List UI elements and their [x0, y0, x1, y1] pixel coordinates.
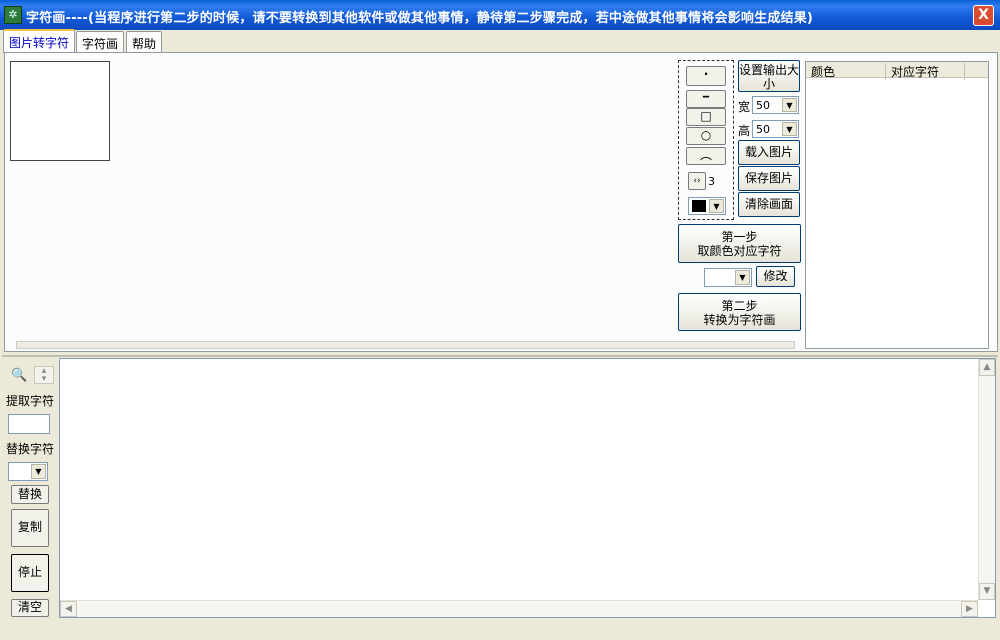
- image-canvas[interactable]: [10, 61, 110, 161]
- replace-char-label: 替换字符: [6, 442, 55, 456]
- tab-image-to-char[interactable]: 图片转字符: [3, 29, 76, 53]
- scroll-down-icon[interactable]: ▼: [979, 583, 995, 600]
- step2-line2: 转换为字符画: [703, 313, 776, 327]
- save-image-button[interactable]: 保存图片: [738, 166, 800, 191]
- chevron-down-icon: ▼: [782, 98, 797, 112]
- extract-char-input[interactable]: [8, 414, 50, 434]
- width-label: 宽: [738, 100, 751, 114]
- chevron-down-icon: ▼: [709, 199, 724, 213]
- height-select[interactable]: 50 ▼: [752, 120, 799, 138]
- color-swatch: [692, 200, 706, 212]
- zoom-icon[interactable]: 🔍: [11, 368, 27, 383]
- chevron-down-icon: ▼: [31, 464, 46, 479]
- image-hscroll[interactable]: [16, 341, 795, 349]
- close-button[interactable]: X: [973, 5, 994, 26]
- pen-size-value: 3: [708, 175, 715, 188]
- table-header-color[interactable]: 颜色: [811, 63, 886, 80]
- step2-button[interactable]: 第二步 转换为字符画: [678, 293, 801, 331]
- step1-button[interactable]: 第一步 取颜色对应字符: [678, 224, 801, 263]
- chevron-down-icon: ▼: [735, 270, 750, 285]
- dot-tool-button[interactable]: ·: [686, 66, 726, 86]
- tab-char-art[interactable]: 字符画: [76, 31, 125, 52]
- char-art-textarea[interactable]: ▲ ▼ ◀ ▶: [59, 358, 996, 618]
- scroll-left-icon[interactable]: ◀: [60, 601, 77, 617]
- rect-tool-button[interactable]: □: [686, 108, 726, 126]
- clear-canvas-button[interactable]: 清除画面: [738, 192, 800, 217]
- horizontal-scrollbar[interactable]: ◀ ▶: [60, 600, 978, 617]
- circle-tool-button[interactable]: ○: [686, 127, 726, 145]
- step1-line1: 第一步: [721, 230, 758, 244]
- replace-button[interactable]: 替换: [11, 485, 49, 504]
- extract-char-label: 提取字符: [6, 394, 55, 408]
- copy-button[interactable]: 复制: [11, 509, 49, 547]
- arc-tool-button[interactable]: ︵: [686, 147, 726, 165]
- color-picker[interactable]: ▼: [688, 197, 726, 215]
- stop-button[interactable]: 停止: [11, 554, 49, 592]
- color-char-table[interactable]: 颜色 对应字符: [805, 61, 989, 349]
- title-bar: ✲ 字符画----(当程序进行第二步的时候，请不要转换到其他软件或做其他事情，静…: [0, 0, 1000, 30]
- line-tool-button[interactable]: ━: [686, 90, 726, 108]
- width-select[interactable]: 50 ▼: [752, 96, 799, 114]
- table-header-char[interactable]: 对应字符: [891, 63, 965, 80]
- step1-line2: 取颜色对应字符: [697, 244, 782, 258]
- replace-char-select[interactable]: ▼: [8, 462, 48, 481]
- step2-line1: 第二步: [721, 299, 758, 313]
- pen-size-spinner[interactable]: ‹›: [688, 172, 706, 190]
- vertical-scrollbar[interactable]: ▲ ▼: [978, 359, 995, 600]
- chevron-down-icon: ▼: [782, 122, 797, 136]
- scroll-up-icon[interactable]: ▲: [979, 359, 995, 376]
- zoom-spinner[interactable]: ▴ ▾: [34, 366, 54, 384]
- window-title: 字符画----(当程序进行第二步的时候，请不要转换到其他软件或做其他事情，静待第…: [26, 11, 814, 26]
- height-value: 50: [756, 123, 770, 136]
- load-image-button[interactable]: 载入图片: [738, 140, 800, 165]
- tab-help[interactable]: 帮助: [126, 31, 163, 52]
- width-value: 50: [756, 99, 770, 112]
- scroll-right-icon[interactable]: ▶: [961, 601, 978, 617]
- height-label: 高: [738, 124, 751, 138]
- modify-button[interactable]: 修改: [756, 266, 795, 287]
- app-icon: ✲: [4, 6, 22, 24]
- set-output-size-button[interactable]: 设置输出大小: [738, 60, 800, 92]
- clear-button[interactable]: 清空: [11, 599, 49, 617]
- char-select[interactable]: ▼: [704, 268, 752, 287]
